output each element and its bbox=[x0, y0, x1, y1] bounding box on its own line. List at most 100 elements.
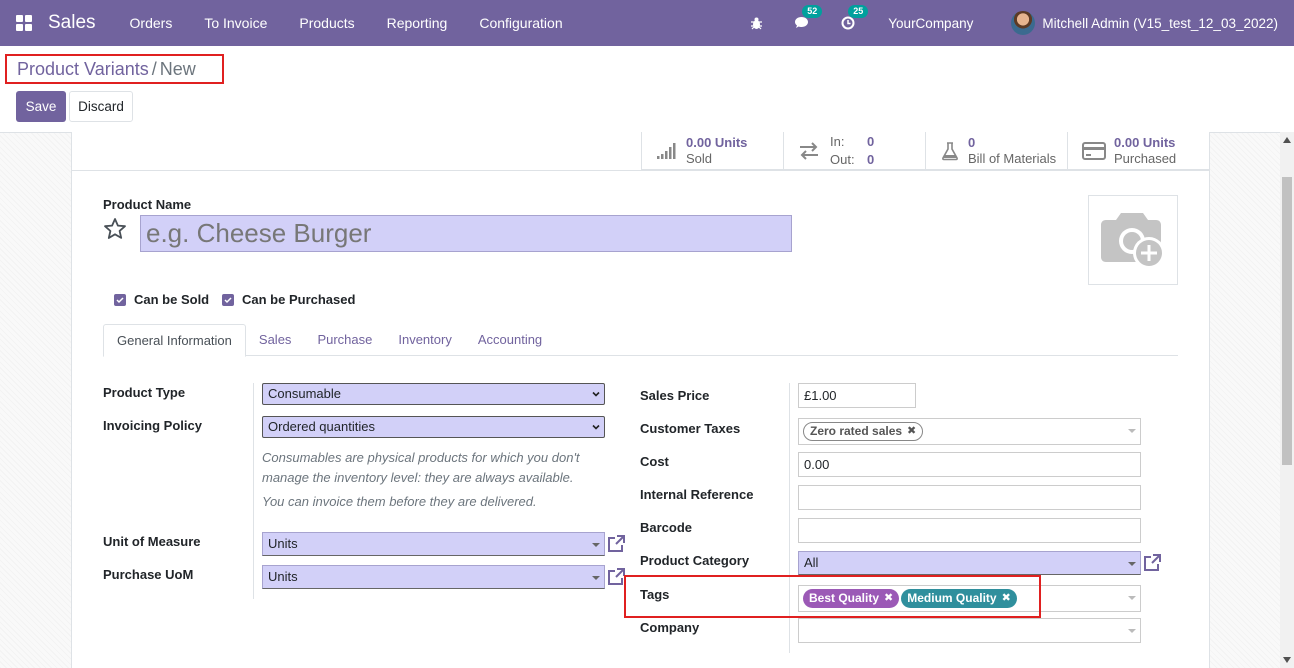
external-link-icon[interactable] bbox=[606, 567, 626, 587]
product-category-field[interactable]: All bbox=[798, 551, 1141, 575]
product-type-select[interactable]: Consumable bbox=[262, 383, 605, 405]
dropdown-caret-icon[interactable] bbox=[1128, 562, 1136, 566]
camera-add-icon bbox=[1101, 213, 1165, 269]
scroll-up-arrow-icon[interactable] bbox=[1283, 137, 1291, 143]
bom-value: 0 bbox=[968, 135, 976, 150]
purchased-smart-button[interactable]: 0.00 Units Purchased bbox=[1067, 132, 1209, 170]
activities-count-badge: 25 bbox=[848, 5, 869, 18]
purchased-label: Purchased bbox=[1114, 151, 1177, 166]
external-link-icon[interactable] bbox=[1142, 553, 1162, 573]
cost-input[interactable]: 0.00 bbox=[798, 452, 1141, 477]
customer-tax-tag: Zero rated sales ✖ bbox=[803, 420, 924, 443]
out-value: 0 bbox=[867, 152, 875, 167]
invoicing-policy-value: Ordered quantities bbox=[268, 419, 375, 434]
customer-tax-tag-label: Zero rated sales bbox=[810, 424, 903, 438]
product-category-label: Product Category bbox=[640, 553, 750, 568]
in-value: 0 bbox=[867, 134, 875, 149]
product-type-value: Consumable bbox=[268, 386, 341, 401]
invoicing-policy-select[interactable]: Ordered quantities bbox=[262, 416, 605, 438]
product-name-label: Product Name bbox=[103, 197, 192, 212]
purchased-value: 0.00 Units bbox=[1114, 135, 1176, 150]
sold-smart-button[interactable]: 0.00 Units Sold bbox=[641, 132, 783, 170]
scroll-down-arrow-icon[interactable] bbox=[1283, 657, 1291, 663]
tab-general-information[interactable]: General Information bbox=[103, 324, 246, 357]
tab-inventory[interactable]: Inventory bbox=[385, 324, 464, 355]
purchase-uom-label: Purchase UoM bbox=[103, 567, 194, 582]
debug-bug-icon[interactable] bbox=[746, 13, 766, 33]
can-be-sold-option[interactable]: Can be Sold bbox=[114, 292, 209, 307]
menu-configuration[interactable]: Configuration bbox=[463, 15, 578, 31]
product-name-input[interactable]: e.g. Cheese Burger bbox=[140, 215, 792, 252]
internal-reference-input[interactable] bbox=[798, 485, 1141, 510]
can-be-sold-checkbox[interactable] bbox=[114, 293, 126, 306]
dropdown-caret-icon[interactable] bbox=[1128, 629, 1136, 633]
invoicing-help-text: You can invoice them before they are del… bbox=[262, 494, 537, 509]
external-link-icon[interactable] bbox=[606, 534, 626, 554]
save-button[interactable]: Save bbox=[16, 91, 66, 122]
tab-purchase[interactable]: Purchase bbox=[304, 324, 385, 355]
remove-tag-icon[interactable]: ✖ bbox=[907, 420, 916, 443]
internal-reference-label: Internal Reference bbox=[640, 487, 754, 502]
scrollbar-thumb[interactable] bbox=[1282, 177, 1292, 465]
product-type-help-text: Consumables are physical products for wh… bbox=[262, 450, 580, 485]
menu-products[interactable]: Products bbox=[283, 15, 370, 31]
user-avatar[interactable] bbox=[1011, 11, 1036, 35]
out-label: Out: bbox=[830, 152, 855, 167]
purchase-uom-value: Units bbox=[268, 569, 298, 584]
discard-button[interactable]: Discard bbox=[69, 91, 133, 122]
dropdown-caret-icon[interactable] bbox=[592, 543, 600, 547]
dropdown-caret-icon[interactable] bbox=[592, 576, 600, 580]
vertical-scrollbar[interactable] bbox=[1280, 132, 1294, 668]
customer-taxes-field[interactable]: Zero rated sales ✖ bbox=[798, 418, 1141, 445]
signal-bars-icon bbox=[657, 143, 676, 159]
sales-price-input[interactable]: £1.00 bbox=[798, 383, 916, 408]
left-column-divider bbox=[253, 383, 254, 599]
favorite-star-icon[interactable] bbox=[103, 217, 127, 244]
apps-menu-icon[interactable] bbox=[16, 15, 32, 31]
header-divider bbox=[72, 170, 1209, 171]
bom-smart-button[interactable]: 0 Bill of Materials bbox=[925, 132, 1067, 170]
barcode-input[interactable] bbox=[798, 518, 1141, 543]
dropdown-caret-icon[interactable] bbox=[1128, 596, 1136, 600]
user-menu[interactable]: Mitchell Admin (V15_test_12_03_2022) bbox=[1042, 16, 1278, 31]
form-tabs: General Information Sales Purchase Inven… bbox=[103, 324, 1178, 357]
company-label: Company bbox=[640, 620, 700, 635]
menu-orders[interactable]: Orders bbox=[114, 15, 189, 31]
activities-clock-icon[interactable]: 25 bbox=[838, 5, 869, 33]
purchase-uom-field[interactable]: Units bbox=[262, 565, 605, 589]
customer-taxes-label: Customer Taxes bbox=[640, 421, 741, 436]
can-be-purchased-option[interactable]: Can be Purchased bbox=[222, 292, 355, 307]
menu-to-invoice[interactable]: To Invoice bbox=[188, 15, 283, 31]
flask-icon bbox=[942, 142, 958, 161]
uom-field[interactable]: Units bbox=[262, 532, 605, 556]
barcode-label: Barcode bbox=[640, 520, 693, 535]
product-image-upload[interactable] bbox=[1088, 195, 1178, 285]
in-out-smart-button[interactable]: In: 0 Out: 0 bbox=[783, 132, 925, 170]
dropdown-caret-icon[interactable] bbox=[1128, 429, 1136, 433]
smart-button-box: 0.00 Units Sold In: 0 Out: 0 0 Bill of Mat… bbox=[641, 132, 1209, 170]
credit-card-icon bbox=[1082, 142, 1106, 160]
company-field[interactable] bbox=[798, 618, 1141, 643]
form-sheet: 0.00 Units Sold In: 0 Out: 0 0 Bill of Mat… bbox=[71, 132, 1210, 668]
product-type-label: Product Type bbox=[103, 385, 186, 400]
company-switcher[interactable]: YourCompany bbox=[888, 16, 973, 31]
can-be-sold-label: Can be Sold bbox=[134, 292, 210, 307]
uom-label: Unit of Measure bbox=[103, 534, 201, 549]
can-be-purchased-checkbox[interactable] bbox=[222, 293, 234, 306]
sold-value: 0.00 Units bbox=[686, 135, 748, 150]
tags-highlight-box bbox=[624, 575, 1041, 618]
tab-accounting[interactable]: Accounting bbox=[465, 324, 555, 355]
messages-count-badge: 52 bbox=[802, 5, 823, 18]
breadcrumb: Product Variants / New bbox=[5, 54, 224, 84]
in-label: In: bbox=[830, 134, 845, 149]
bom-label: Bill of Materials bbox=[968, 151, 1057, 166]
messages-icon[interactable]: 52 bbox=[792, 5, 823, 33]
menu-reporting[interactable]: Reporting bbox=[371, 15, 464, 31]
invoicing-policy-label: Invoicing Policy bbox=[103, 418, 202, 433]
exchange-arrows-icon bbox=[800, 142, 818, 160]
app-name[interactable]: Sales bbox=[48, 12, 96, 34]
breadcrumb-parent-link[interactable]: Product Variants bbox=[17, 59, 149, 80]
tab-sales[interactable]: Sales bbox=[246, 324, 305, 355]
sales-price-label: Sales Price bbox=[640, 388, 710, 403]
sold-label: Sold bbox=[686, 151, 713, 166]
